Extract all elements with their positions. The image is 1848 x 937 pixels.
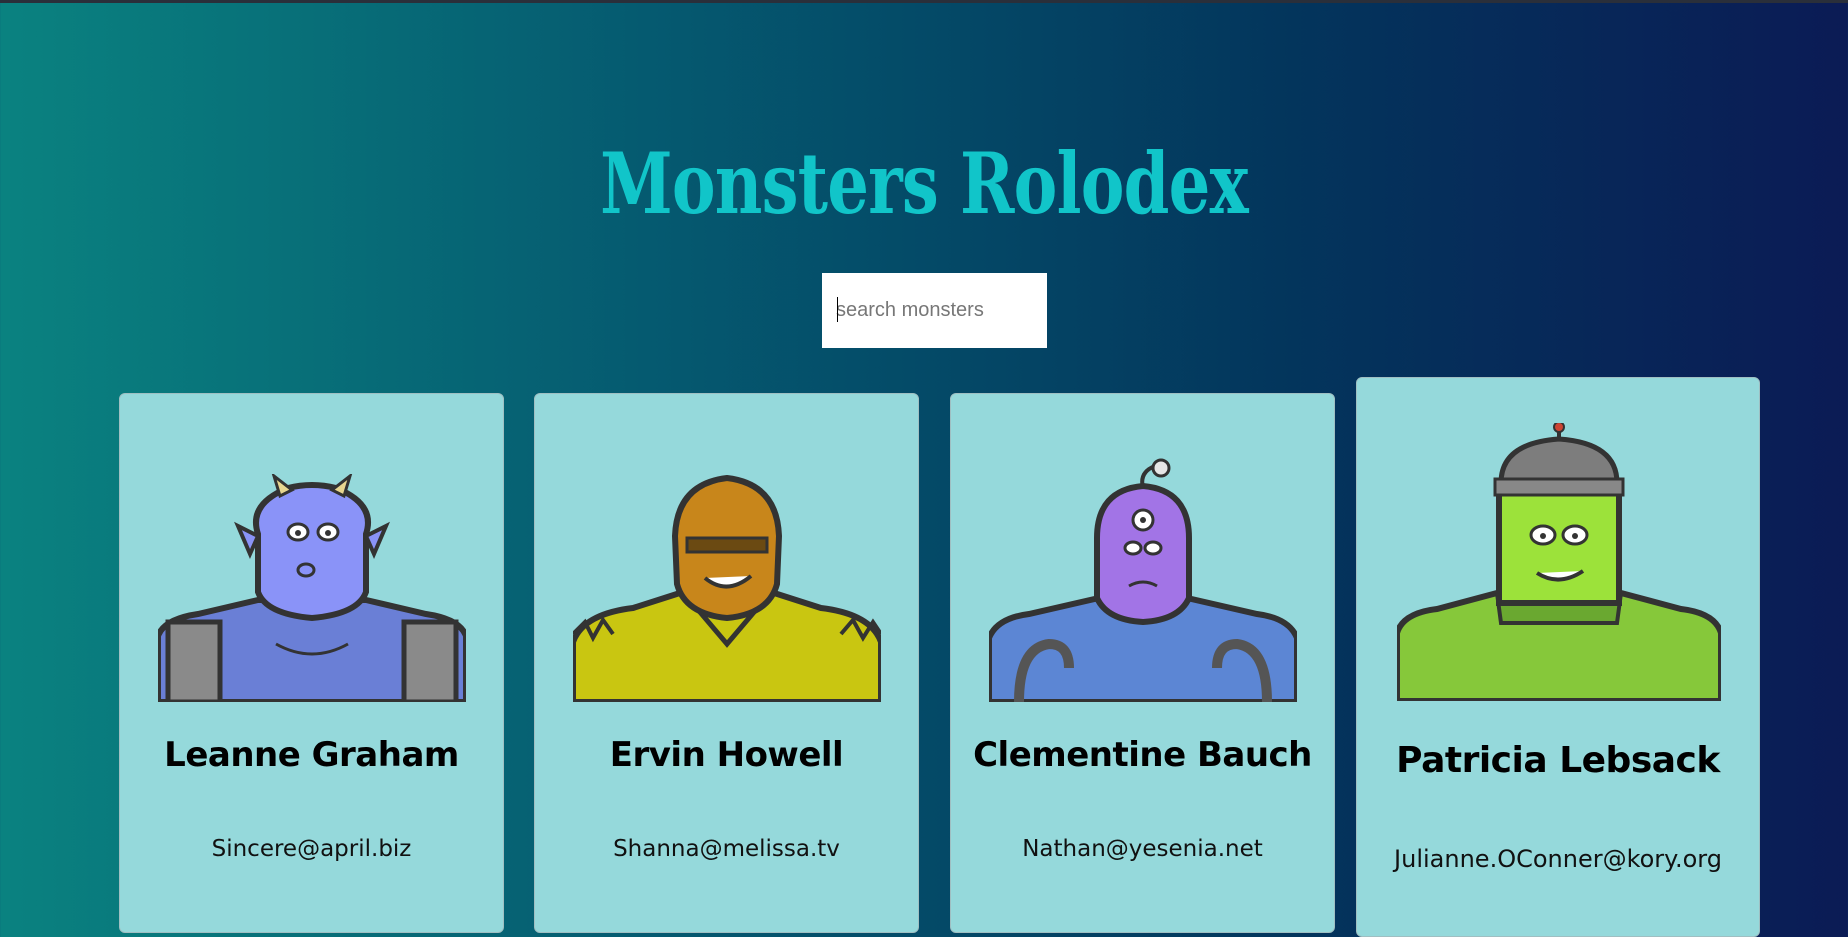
window-top-border bbox=[0, 0, 1848, 3]
monster-card-ervin-howell[interactable]: Ervin Howell Shanna@melissa.tv bbox=[534, 393, 919, 933]
monster-avatar-image bbox=[989, 458, 1297, 702]
monster-name: Patricia Lebsack bbox=[1396, 740, 1720, 781]
monster-avatar-image bbox=[158, 474, 466, 702]
monster-email: Sincere@april.biz bbox=[211, 836, 412, 862]
monster-card-leanne-graham[interactable]: Leanne Graham Sincere@april.biz bbox=[119, 393, 504, 933]
monster-email: Julianne.OConner@kory.org bbox=[1394, 845, 1722, 873]
monster-avatar-image bbox=[573, 474, 881, 702]
monster-card-patricia-lebsack[interactable]: Patricia Lebsack Julianne.OConner@kory.o… bbox=[1356, 377, 1760, 937]
page-title: Monsters Rolodex bbox=[600, 134, 1249, 234]
monster-email: Nathan@yesenia.net bbox=[1022, 836, 1263, 862]
monster-name: Leanne Graham bbox=[164, 735, 459, 775]
monster-avatar-image bbox=[1397, 423, 1721, 701]
monster-name: Clementine Bauch bbox=[973, 735, 1312, 775]
monster-email: Shanna@melissa.tv bbox=[613, 836, 840, 862]
text-caret bbox=[837, 297, 838, 322]
monster-name: Ervin Howell bbox=[609, 735, 844, 775]
monster-card-clementine-bauch[interactable]: Clementine Bauch Nathan@yesenia.net bbox=[950, 393, 1335, 933]
search-input[interactable] bbox=[822, 273, 1047, 348]
